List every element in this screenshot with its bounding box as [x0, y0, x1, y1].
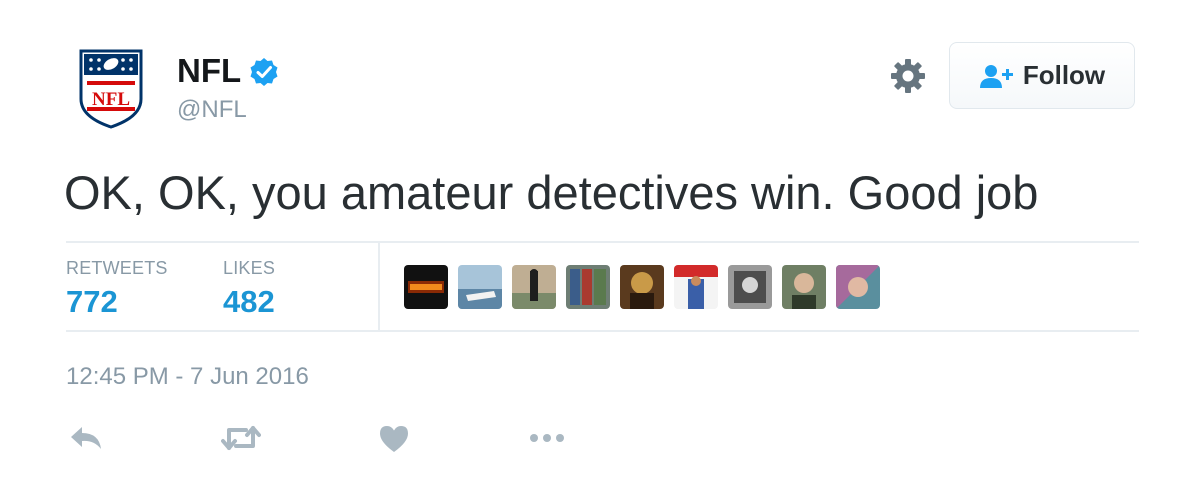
tweet-actions — [0, 418, 1200, 458]
tweet-timestamp[interactable]: 12:45 PM - 7 Jun 2016 — [66, 362, 309, 392]
liker-avatars — [404, 265, 880, 309]
retweet-icon[interactable] — [221, 424, 261, 452]
avatar[interactable] — [782, 265, 826, 309]
avatar[interactable] — [836, 265, 880, 309]
likes-label: LIKES — [223, 258, 276, 278]
avatar[interactable] — [674, 265, 718, 309]
retweets-count: 772 — [66, 284, 118, 319]
follow-label: Follow — [1022, 60, 1106, 90]
likes-stat[interactable]: LIKES 482 — [223, 257, 275, 321]
tweet-header: NFL NFL @NFL Follow — [0, 0, 1200, 140]
stats-divider — [378, 243, 380, 332]
reply-icon[interactable] — [70, 424, 102, 452]
svg-text:NFL: NFL — [92, 89, 130, 110]
avatar[interactable] — [512, 265, 556, 309]
gear-icon[interactable] — [889, 57, 927, 95]
avatar[interactable] — [566, 265, 610, 309]
retweets-label: RETWEETS — [66, 258, 168, 278]
tweet-text: OK, OK, you amateur detectives win. Good… — [64, 166, 1039, 219]
avatar[interactable] — [458, 265, 502, 309]
likes-count: 482 — [223, 284, 275, 319]
nfl-logo[interactable]: NFL — [77, 45, 145, 129]
tweet-stats: RETWEETS 772 LIKES 482 — [66, 241, 1139, 332]
follow-button[interactable]: Follow — [949, 42, 1135, 109]
avatar[interactable] — [404, 265, 448, 309]
add-user-icon — [979, 64, 1013, 88]
user-handle[interactable]: @NFL — [177, 95, 247, 125]
avatar[interactable] — [728, 265, 772, 309]
heart-icon[interactable] — [378, 424, 410, 454]
retweets-stat[interactable]: RETWEETS 772 — [66, 257, 168, 321]
display-name[interactable]: NFL — [177, 51, 241, 91]
more-icon[interactable] — [527, 424, 567, 452]
verified-badge-icon — [250, 58, 278, 86]
avatar[interactable] — [620, 265, 664, 309]
